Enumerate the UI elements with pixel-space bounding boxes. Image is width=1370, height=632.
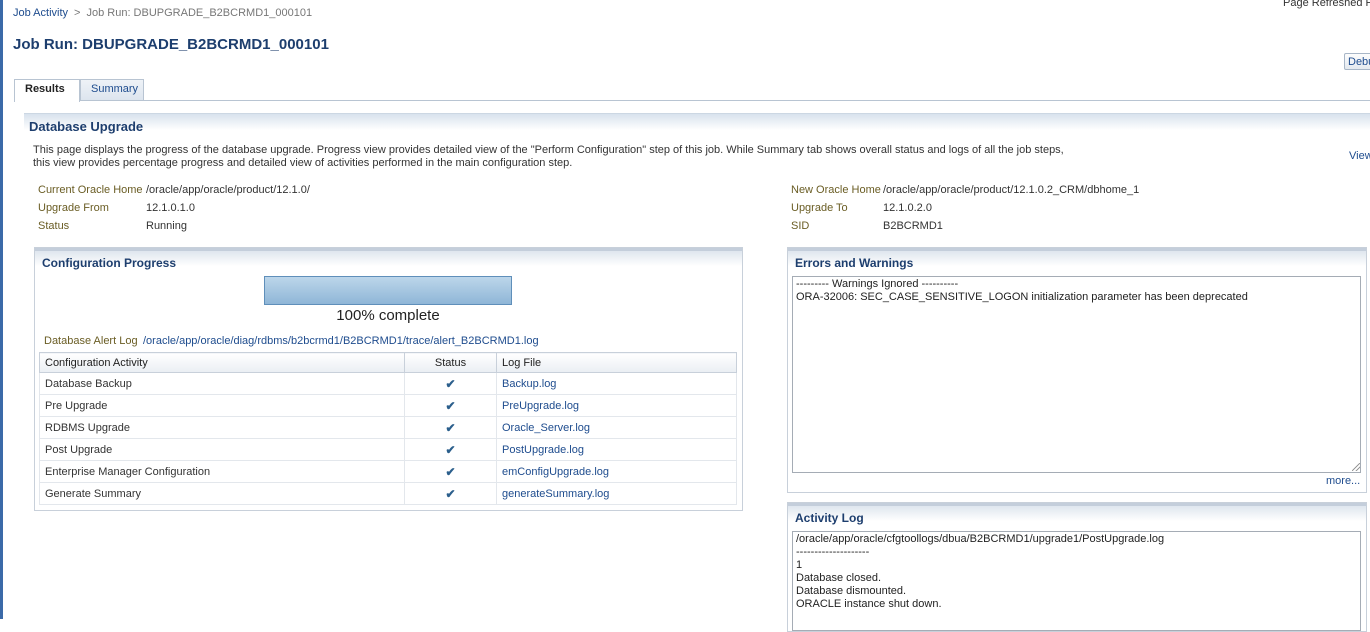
- description-line-2: this view provides percentage progress a…: [33, 157, 573, 169]
- page-title: Job Run: DBUPGRADE_B2BCRMD1_000101: [13, 36, 329, 53]
- log-file-link[interactable]: Oracle_Server.log: [502, 422, 590, 434]
- log-cell: generateSummary.log: [496, 482, 737, 505]
- column-header-activity: Configuration Activity: [39, 352, 405, 373]
- checkmark-icon: ✔: [445, 420, 456, 435]
- table-row: Generate Summary ✔ generateSummary.log: [39, 482, 737, 505]
- panel-header: Errors and Warnings: [788, 248, 1366, 270]
- table-row: Database Backup ✔ Backup.log: [39, 372, 737, 395]
- activity-cell: RDBMS Upgrade: [39, 416, 405, 439]
- alert-log-label: Database Alert Log: [44, 335, 138, 347]
- activity-cell: Generate Summary: [39, 482, 405, 505]
- activity-log-textarea[interactable]: /oracle/app/oracle/cfgtoollogs/dbua/B2BC…: [792, 531, 1361, 631]
- errors-warnings-textarea[interactable]: --------- Warnings Ignored ---------- OR…: [792, 276, 1361, 473]
- tab-divider: [14, 100, 1370, 101]
- log-cell: emConfigUpgrade.log: [496, 460, 737, 483]
- table-row: RDBMS Upgrade ✔ Oracle_Server.log: [39, 416, 737, 439]
- status-value: Running: [146, 220, 187, 232]
- sid-value: B2BCRMD1: [883, 220, 943, 232]
- panel-header: Configuration Progress: [35, 248, 742, 270]
- section-description: This page displays the progress of the d…: [33, 144, 1093, 170]
- current-oracle-home-label: Current Oracle Home: [38, 184, 143, 196]
- activity-cell: Enterprise Manager Configuration: [39, 460, 405, 483]
- upgrade-to-value: 12.1.0.2.0: [883, 202, 932, 214]
- upgrade-from-label: Upgrade From: [38, 202, 109, 214]
- log-file-link[interactable]: emConfigUpgrade.log: [502, 466, 609, 478]
- status-cell: ✔: [404, 460, 497, 483]
- page-refreshed-text: Page Refreshed F: [1283, 0, 1370, 9]
- breadcrumb-separator: >: [74, 7, 81, 19]
- tab-summary[interactable]: Summary: [80, 79, 144, 101]
- window-left-edge: [0, 0, 3, 619]
- panel-header: Activity Log: [788, 503, 1366, 525]
- breadcrumb: Job Activity > Job Run: DBUPGRADE_B2BCRMD1…: [13, 7, 312, 19]
- log-file-link[interactable]: generateSummary.log: [502, 488, 609, 500]
- log-cell: PreUpgrade.log: [496, 394, 737, 417]
- resize-grip-lines: [1352, 463, 1360, 471]
- checkmark-icon: ✔: [445, 464, 456, 479]
- log-file-link[interactable]: PreUpgrade.log: [502, 400, 579, 412]
- progress-percent-label: 100% complete: [336, 307, 440, 324]
- activity-cell: Database Backup: [39, 372, 405, 395]
- debug-button[interactable]: Debu: [1344, 53, 1370, 70]
- breadcrumb-job-activity[interactable]: Job Activity: [13, 7, 68, 19]
- description-line-1: This page displays the progress of the d…: [33, 144, 1064, 156]
- more-link[interactable]: more...: [1326, 475, 1360, 487]
- configuration-progress-title: Configuration Progress: [42, 256, 177, 270]
- column-header-status: Status: [404, 352, 497, 373]
- breadcrumb-current: Job Run: DBUPGRADE_B2BCRMD1_000101: [86, 7, 313, 19]
- status-label: Status: [38, 220, 70, 232]
- configuration-activity-table: Configuration Activity Status Log File D…: [39, 352, 737, 505]
- column-header-log-file: Log File: [496, 352, 737, 373]
- section-title: Database Upgrade: [29, 119, 144, 134]
- checkmark-icon: ✔: [445, 376, 456, 391]
- status-cell: ✔: [404, 482, 497, 505]
- log-cell: Oracle_Server.log: [496, 416, 737, 439]
- checkmark-icon: ✔: [445, 398, 456, 413]
- new-oracle-home-label: New Oracle Home: [791, 184, 881, 196]
- status-cell: ✔: [404, 394, 497, 417]
- table-header-row: Configuration Activity Status Log File: [39, 352, 737, 373]
- log-file-link[interactable]: Backup.log: [502, 378, 556, 390]
- activity-cell: Post Upgrade: [39, 438, 405, 461]
- errors-warnings-title: Errors and Warnings: [795, 256, 914, 270]
- status-cell: ✔: [404, 372, 497, 395]
- log-cell: PostUpgrade.log: [496, 438, 737, 461]
- sid-label: SID: [791, 220, 810, 232]
- checkmark-icon: ✔: [445, 442, 456, 457]
- table-row: Pre Upgrade ✔ PreUpgrade.log: [39, 394, 737, 417]
- tab-results[interactable]: Results: [14, 79, 80, 102]
- table-row: Enterprise Manager Configuration ✔ emCon…: [39, 460, 737, 483]
- activity-log-title: Activity Log: [795, 511, 864, 525]
- status-cell: ✔: [404, 438, 497, 461]
- alert-log-link[interactable]: /oracle/app/oracle/diag/rdbms/b2bcrmd1/B…: [143, 335, 539, 347]
- view-link[interactable]: View: [1349, 150, 1370, 162]
- section-header-bar: [24, 113, 1370, 137]
- new-oracle-home-value: /oracle/app/oracle/product/12.1.0.2_CRM/…: [883, 184, 1140, 196]
- resize-grip-icon[interactable]: [1351, 462, 1361, 472]
- table-row: Post Upgrade ✔ PostUpgrade.log: [39, 438, 737, 461]
- upgrade-to-label: Upgrade To: [791, 202, 848, 214]
- activity-cell: Pre Upgrade: [39, 394, 405, 417]
- log-cell: Backup.log: [496, 372, 737, 395]
- upgrade-from-value: 12.1.0.1.0: [146, 202, 195, 214]
- current-oracle-home-value: /oracle/app/oracle/product/12.1.0/: [146, 184, 310, 196]
- progress-bar: [264, 276, 512, 305]
- progress-bar-fill: [265, 277, 511, 304]
- checkmark-icon: ✔: [445, 486, 456, 501]
- status-cell: ✔: [404, 416, 497, 439]
- log-file-link[interactable]: PostUpgrade.log: [502, 444, 584, 456]
